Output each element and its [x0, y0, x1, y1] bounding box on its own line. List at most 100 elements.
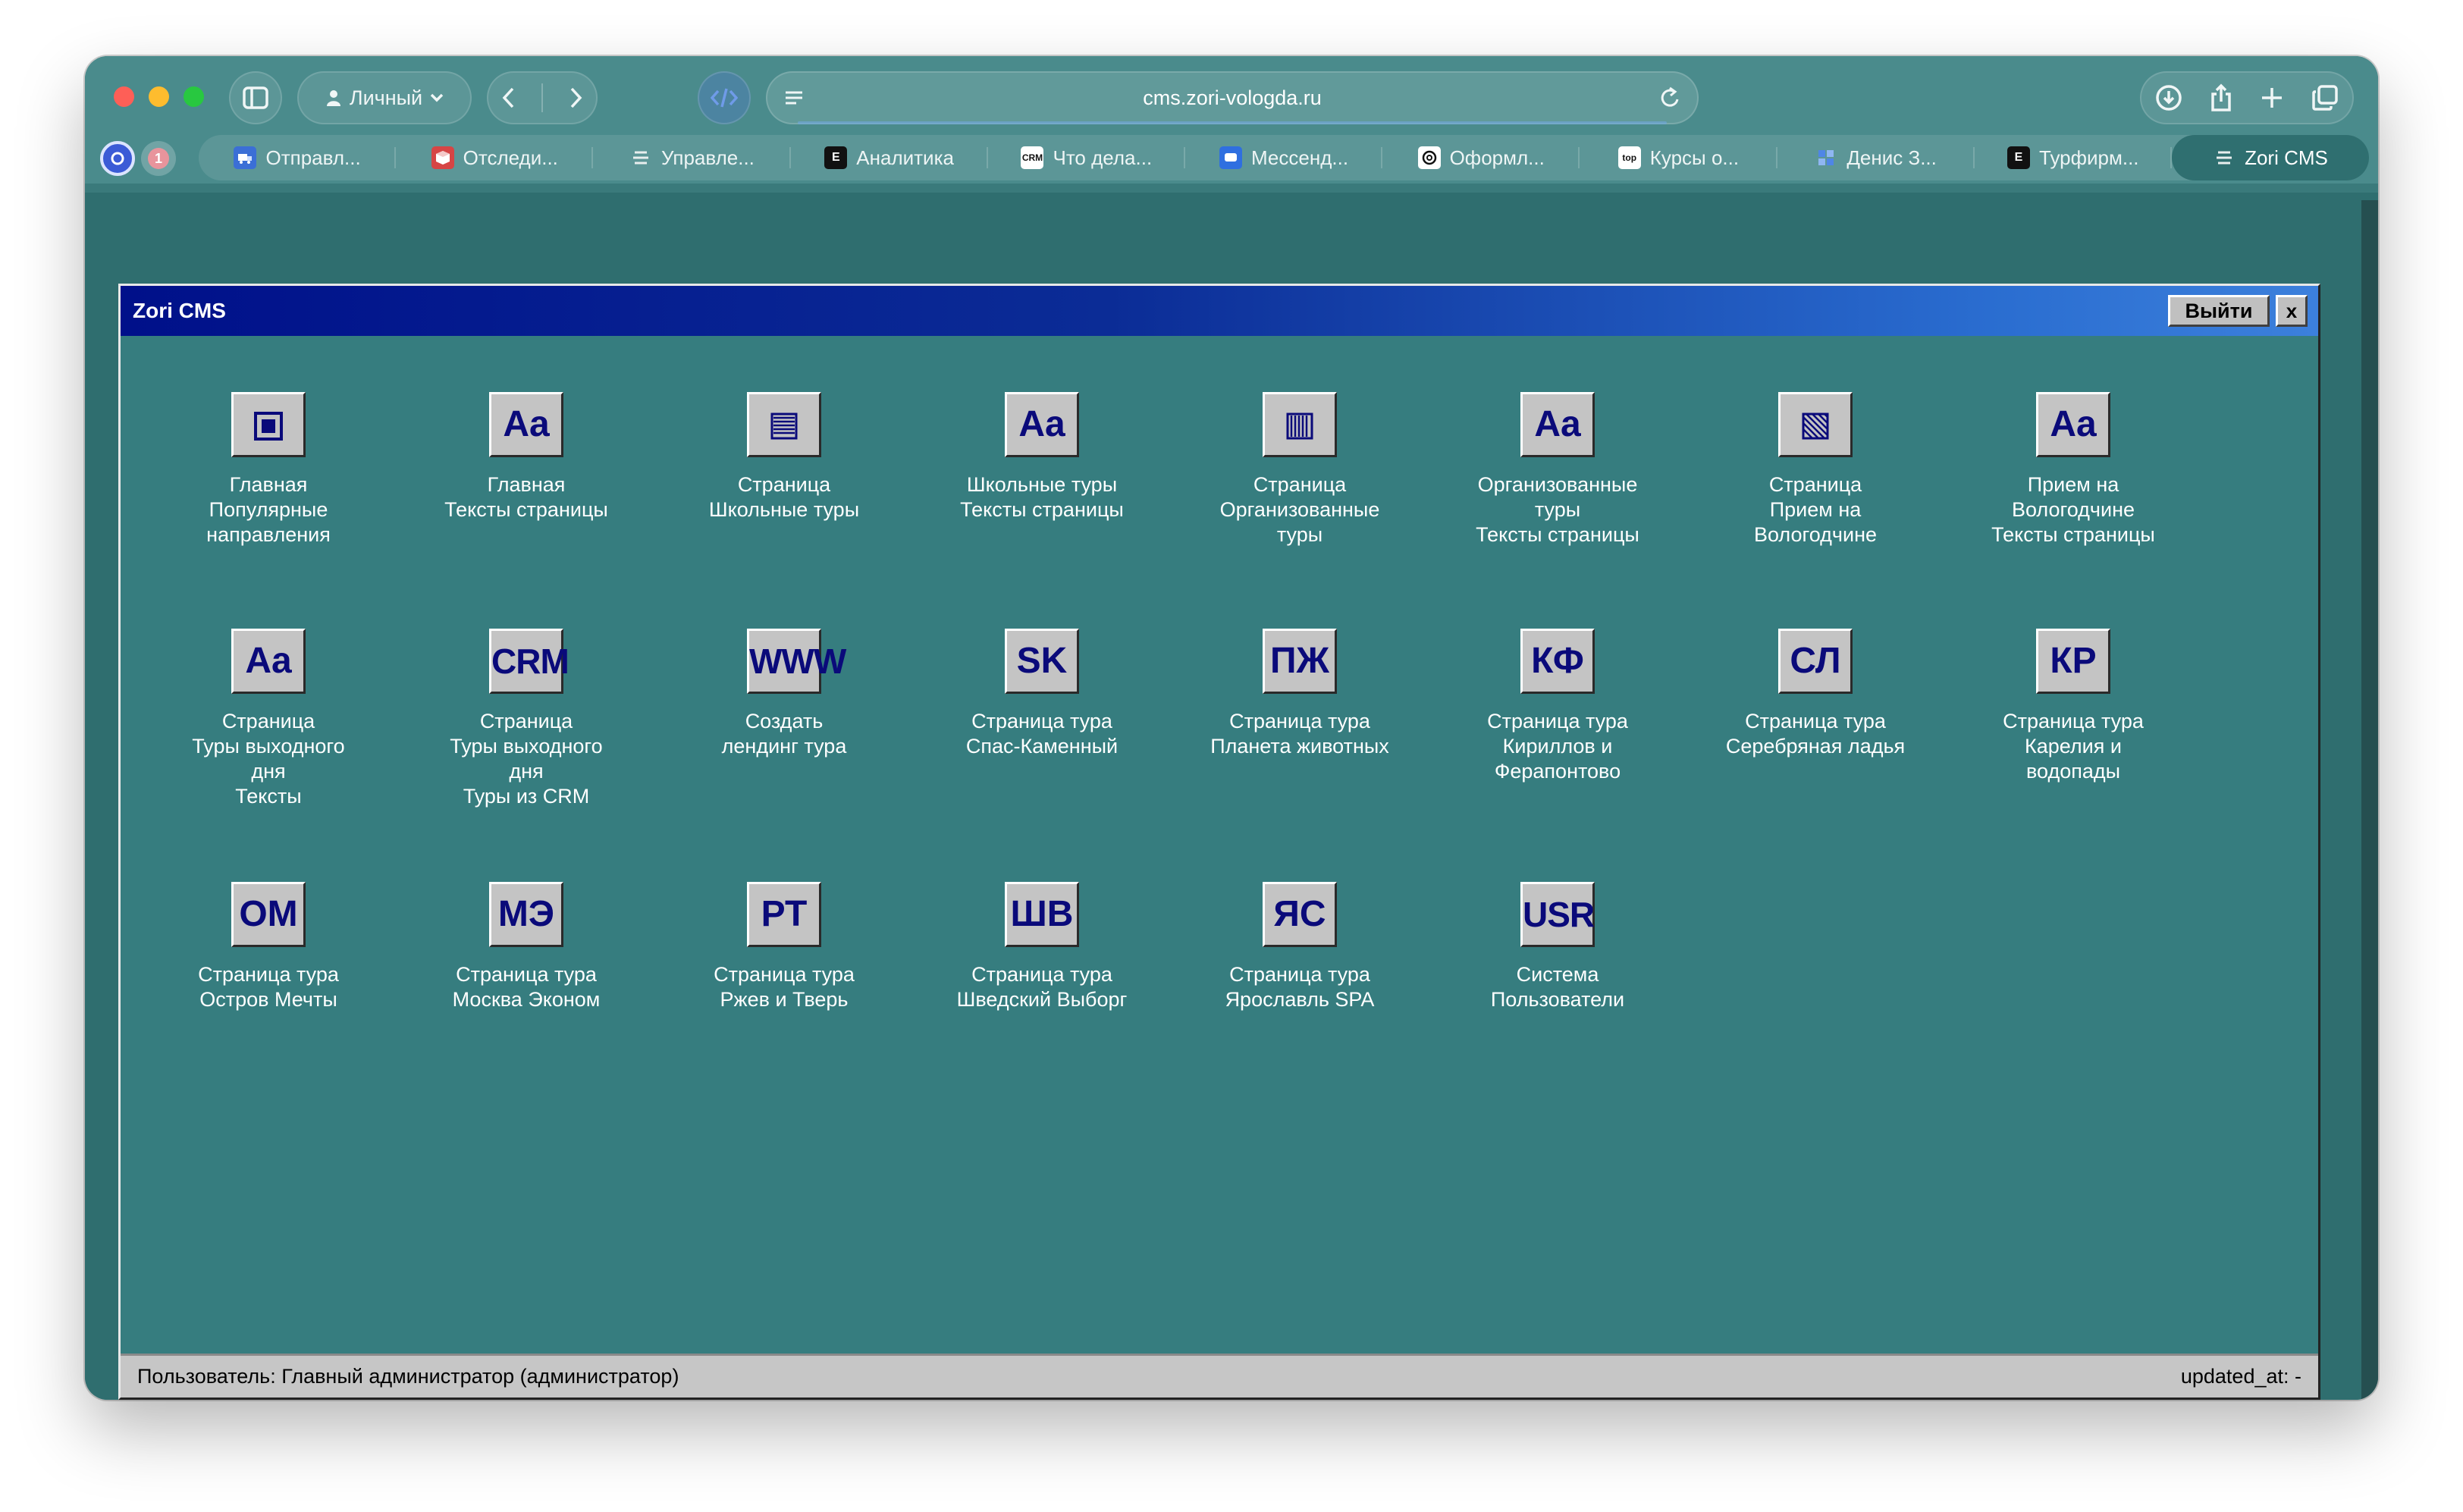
- module-tile[interactable]: Aa: [489, 392, 563, 457]
- module-tile[interactable]: CRM: [489, 629, 569, 694]
- browser-tab[interactable]: top Курсы о...: [1580, 135, 1777, 180]
- reload-icon[interactable]: [1659, 86, 1682, 110]
- browser-tab[interactable]: Оформл...: [1382, 135, 1580, 180]
- module-label-line: Главная: [229, 473, 308, 496]
- new-tab-icon[interactable]: [2260, 86, 2284, 110]
- module-label-line: Туры из CRM: [463, 785, 590, 808]
- module-tile[interactable]: МЭ: [489, 882, 563, 947]
- module-item[interactable]: Aa Школьные туры Тексты страницы: [924, 392, 1159, 522]
- tab-group-counter[interactable]: 1: [141, 141, 176, 176]
- horizontal-lines-icon[interactable]: [747, 392, 821, 457]
- close-window-button[interactable]: [114, 86, 134, 107]
- browser-tab[interactable]: Отправл...: [199, 135, 397, 180]
- module-label: Создать лендинг тура: [667, 709, 902, 759]
- module-tile[interactable]: USR: [1520, 882, 1595, 947]
- delivery-icon: [234, 146, 257, 169]
- profile-button[interactable]: Личный: [297, 71, 472, 124]
- browser-tab[interactable]: Мессенд...: [1185, 135, 1383, 180]
- browser-tab-label: Отправл...: [265, 146, 361, 169]
- scrollbar[interactable]: [2361, 200, 2378, 1400]
- tab-count-badge: 1: [148, 148, 169, 169]
- page-menu-icon[interactable]: [784, 86, 804, 109]
- module-tile[interactable]: SK: [1005, 629, 1079, 694]
- module-item[interactable]: РТ Страница тура Ржев и Тверь: [667, 882, 902, 1012]
- browser-tab[interactable]: Денис З...: [1777, 135, 1975, 180]
- zoom-window-button[interactable]: [184, 86, 204, 107]
- browser-tab[interactable]: E Аналитика: [791, 135, 988, 180]
- back-icon[interactable]: [501, 86, 516, 109]
- diagonal-lines-icon[interactable]: [1778, 392, 1853, 457]
- module-tile[interactable]: Aa: [231, 629, 306, 694]
- nav-buttons: [487, 71, 598, 124]
- module-label-line: Страница тура: [714, 963, 855, 986]
- module-label: Страница тура Карелия и водопады: [1956, 709, 2191, 784]
- module-item[interactable]: USR Система Пользователи: [1440, 882, 1675, 1012]
- module-item[interactable]: Страница Прием на Вологодчине: [1698, 392, 1933, 547]
- module-label-line: Страница: [1253, 473, 1347, 496]
- module-item[interactable]: Aa Организованные туры Тексты страницы: [1440, 392, 1675, 547]
- module-item[interactable]: Страница Школьные туры: [667, 392, 902, 522]
- module-tile[interactable]: WWW: [747, 629, 846, 694]
- square-filled-icon[interactable]: [231, 392, 306, 457]
- module-item[interactable]: Aa Страница Туры выходного дня Тексты: [151, 629, 386, 809]
- logout-button[interactable]: Выйти: [2168, 295, 2270, 327]
- module-item[interactable]: КФ Страница тура Кириллов и Ферапонтово: [1440, 629, 1675, 784]
- module-item[interactable]: SK Страница тура Спас-Каменный: [924, 629, 1159, 759]
- module-label: Система Пользователи: [1440, 962, 1675, 1012]
- tabs-container: Отправл... Отследи... Управле... E Аналитика…: [199, 135, 2370, 180]
- module-tile[interactable]: ШВ: [1005, 882, 1079, 947]
- sidebar-icon: [243, 86, 268, 109]
- module-label-line: Ржев и Тверь: [720, 988, 849, 1011]
- sidebar-toggle-button[interactable]: [229, 71, 282, 124]
- browser-tab-label: Курсы о...: [1649, 146, 1740, 169]
- module-item[interactable]: Страница Организованные туры: [1182, 392, 1417, 547]
- cms-titlebar: Zori CMS Выйти x: [121, 286, 2318, 336]
- module-item[interactable]: Главная Популярные направления: [151, 392, 386, 547]
- tab-overview-icon[interactable]: [2311, 84, 2339, 111]
- page-content: Zori CMS Выйти x Главная Популярные направ…: [85, 193, 2378, 1400]
- module-item[interactable]: ПЖ Страница тура Планета животных: [1182, 629, 1417, 759]
- download-icon[interactable]: [2155, 84, 2182, 111]
- share-icon[interactable]: [2210, 83, 2232, 112]
- browser-tab[interactable]: CRM Что дела...: [988, 135, 1186, 180]
- module-item[interactable]: Aa Прием на Вологодчине Тексты страницы: [1956, 392, 2191, 547]
- module-tile[interactable]: РТ: [747, 882, 821, 947]
- module-item[interactable]: ШВ Страница тура Шведский Выборг: [924, 882, 1159, 1012]
- module-item[interactable]: Aa Главная Тексты страницы: [409, 392, 644, 522]
- module-tile[interactable]: КР: [2036, 629, 2110, 694]
- minimize-window-button[interactable]: [149, 86, 169, 107]
- module-item[interactable]: ОМ Страница тура Остров Мечты: [151, 882, 386, 1012]
- module-item[interactable]: СЛ Страница тура Серебряная ладья: [1698, 629, 1933, 759]
- module-item[interactable]: ЯС Страница тура Ярославль SPA: [1182, 882, 1417, 1012]
- developer-tools-button[interactable]: [698, 71, 751, 124]
- browser-tab[interactable]: E Турфирм...: [1975, 135, 2173, 180]
- browser-tab[interactable]: Zori CMS: [2171, 135, 2370, 180]
- browser-tab[interactable]: Отследи...: [396, 135, 594, 180]
- module-tile[interactable]: Aa: [2036, 392, 2110, 457]
- forward-icon[interactable]: [568, 86, 583, 109]
- module-tile[interactable]: Aa: [1520, 392, 1595, 457]
- tab-group-icon[interactable]: [100, 141, 135, 176]
- module-tile[interactable]: ЯС: [1263, 882, 1337, 947]
- module-label: Страница тура Остров Мечты: [151, 962, 386, 1012]
- module-tile[interactable]: ОМ: [231, 882, 306, 947]
- module-label: Главная Тексты страницы: [409, 472, 644, 522]
- module-item[interactable]: WWW Создать лендинг тура: [667, 629, 902, 759]
- browser-tab[interactable]: Управле...: [593, 135, 791, 180]
- module-label-line: Система: [1516, 963, 1599, 986]
- stack-icon: [629, 146, 652, 169]
- vertical-lines-icon[interactable]: [1263, 392, 1337, 457]
- module-tile[interactable]: СЛ: [1778, 629, 1853, 694]
- module-item[interactable]: CRM Страница Туры выходного дня Туры из CRM: [409, 629, 644, 809]
- address-bar[interactable]: cms.zori-vologda.ru: [766, 71, 1699, 124]
- chat-icon: [1219, 146, 1242, 169]
- close-button[interactable]: x: [2276, 295, 2308, 327]
- module-tile[interactable]: КФ: [1520, 629, 1595, 694]
- module-label-line: Ярославль SPA: [1225, 988, 1375, 1011]
- loading-indicator: [798, 121, 1667, 124]
- module-tile[interactable]: ПЖ: [1263, 629, 1337, 694]
- module-tile[interactable]: Aa: [1005, 392, 1079, 457]
- module-item[interactable]: КР Страница тура Карелия и водопады: [1956, 629, 2191, 784]
- module-item[interactable]: МЭ Страница тура Москва Эконом: [409, 882, 644, 1012]
- browser-tab-label: Что дела...: [1053, 146, 1153, 169]
